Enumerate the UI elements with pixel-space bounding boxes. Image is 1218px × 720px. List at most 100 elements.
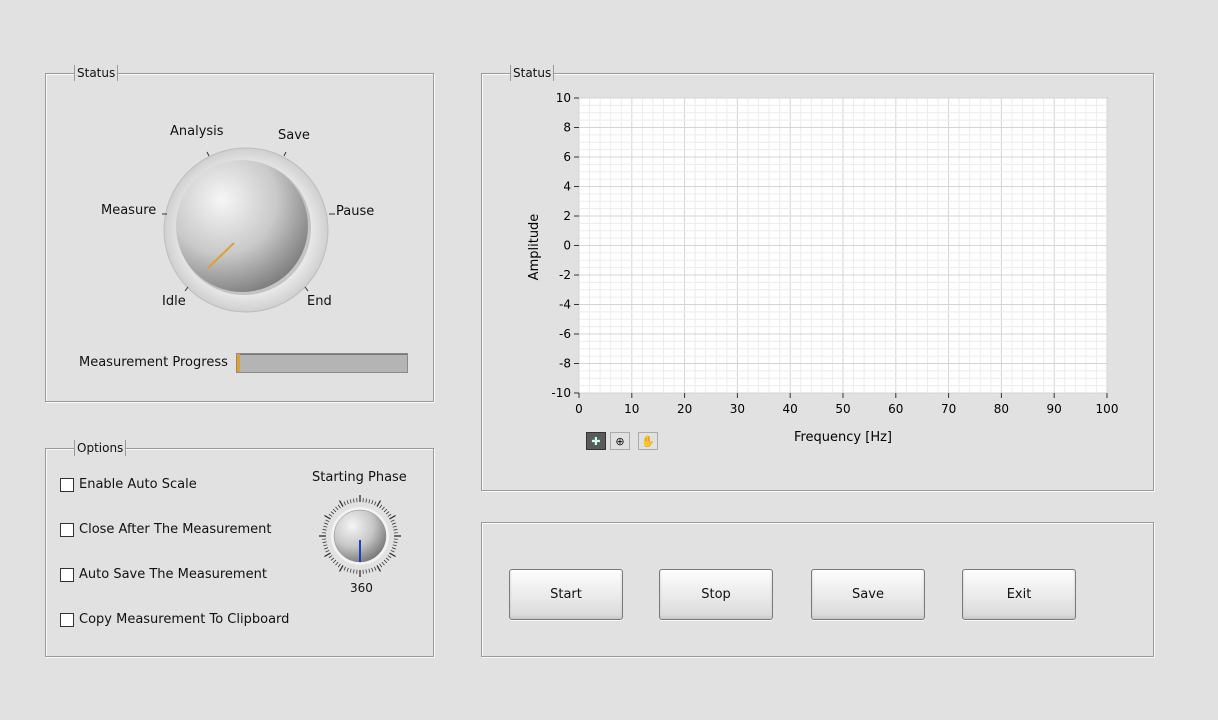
phase-tick — [324, 552, 331, 558]
phase-tick — [374, 566, 377, 571]
phase-tick — [324, 522, 329, 525]
phase-tick — [343, 501, 346, 506]
checkbox-row-auto-save[interactable]: Auto Save The Measurement — [60, 567, 267, 582]
x-tick-label: 50 — [835, 402, 850, 416]
pan-tool[interactable]: ✋ — [638, 432, 658, 450]
close-after-checkbox[interactable] — [60, 522, 74, 537]
copy-clipboard-checkbox[interactable] — [60, 612, 74, 627]
plot-grid — [578, 97, 1108, 394]
measurement-progress-bar — [236, 353, 408, 373]
pan-hand-icon: ✋ — [641, 434, 655, 448]
x-tick-label: 100 — [1096, 402, 1119, 416]
phase-tick — [392, 525, 397, 528]
knob-label-end: End — [307, 294, 332, 309]
phase-tick — [376, 565, 382, 572]
phase-tick — [349, 568, 352, 573]
phase-tick — [328, 513, 333, 517]
phase-tick — [391, 547, 396, 550]
phase-tick — [325, 550, 330, 553]
zoom-icon: ⊕ — [615, 434, 625, 448]
x-tick-label: 30 — [730, 402, 745, 416]
x-tick-labels: 0 10 20 30 40 50 60 70 80 90 100 — [575, 393, 1118, 416]
phase-tick — [381, 506, 385, 511]
starting-phase-dial[interactable] — [316, 494, 404, 578]
phase-tick — [328, 555, 333, 559]
phase-tick — [391, 522, 396, 525]
phase-tick — [332, 508, 337, 513]
phase-tick — [383, 559, 388, 564]
checkbox-label: Auto Save The Measurement — [79, 567, 267, 582]
phase-tick — [365, 569, 367, 574]
checkbox-row-copy-clipboard[interactable]: Copy Measurement To Clipboard — [60, 612, 289, 627]
checkbox-row-auto-scale[interactable]: Enable Auto Scale — [60, 477, 197, 492]
progress-label: Measurement Progress — [79, 355, 228, 370]
phase-tick — [325, 519, 330, 522]
phase-tick — [385, 557, 390, 561]
state-knob[interactable] — [150, 140, 340, 320]
y-tick-label: 6 — [563, 150, 571, 164]
phase-tick — [368, 568, 371, 573]
phase-tick — [393, 529, 398, 531]
x-tick-label: 80 — [994, 402, 1009, 416]
phase-tick — [387, 555, 392, 559]
amplitude-frequency-graph[interactable]: 1086420-2-4-6-8-10 0 10 20 30 40 50 60 70 80 90 10… — [481, 85, 1152, 455]
phase-tick — [335, 561, 339, 566]
x-tick-label: 70 — [941, 402, 956, 416]
phase-tick — [392, 544, 397, 547]
phase-tick — [343, 566, 346, 571]
phase-tick — [379, 504, 383, 509]
y-tick-label: 10 — [556, 91, 571, 105]
checkbox-row-close-after[interactable]: Close After The Measurement — [60, 522, 271, 537]
options-panel-title: Options — [74, 440, 127, 456]
phase-tick — [385, 511, 390, 515]
phase-tick — [338, 565, 344, 572]
knob-label-pause: Pause — [336, 204, 375, 219]
knob-label-idle: Idle — [162, 294, 186, 309]
phase-tick — [346, 567, 349, 572]
y-tick-label: 2 — [563, 209, 571, 223]
y-axis-label: Amplitude — [527, 214, 542, 281]
phase-tick — [349, 499, 352, 504]
phase-tick — [381, 561, 385, 566]
zoom-tool[interactable]: ⊕ — [610, 432, 630, 450]
phase-tick — [324, 514, 331, 520]
exit-button[interactable]: Exit — [962, 569, 1076, 620]
phase-tick — [324, 547, 329, 550]
checkbox-label: Copy Measurement To Clipboard — [79, 612, 290, 627]
y-tick-labels: 10 8 6 4 2 0 -2 -4 -6 -8 -10 — [551, 91, 579, 400]
stop-button[interactable]: Stop — [659, 569, 773, 620]
phase-tick — [371, 567, 374, 572]
knob-label-measure: Measure — [101, 203, 157, 218]
starting-phase-value: 360 — [350, 581, 373, 595]
progress-fill — [237, 354, 241, 372]
y-tick-label: 8 — [563, 121, 571, 135]
y-tick-label: -6 — [559, 327, 571, 341]
start-button[interactable]: Start — [509, 569, 623, 620]
phase-tick — [323, 544, 328, 547]
starting-phase-label: Starting Phase — [312, 470, 407, 485]
phase-tick — [371, 500, 374, 505]
phase-tick — [374, 501, 377, 506]
save-button[interactable]: Save — [811, 569, 925, 620]
phase-tick — [337, 563, 341, 568]
y-tick-label: 4 — [563, 180, 571, 194]
phase-tick — [323, 525, 328, 528]
checkbox-label: Enable Auto Scale — [79, 477, 197, 492]
knob-label-save: Save — [278, 128, 310, 143]
status-panel-title: Status — [74, 65, 119, 81]
phase-tick — [387, 513, 392, 517]
phase-tick — [379, 563, 383, 568]
x-tick-label: 60 — [888, 402, 903, 416]
phase-tick — [346, 500, 349, 505]
phase-tick — [335, 506, 339, 511]
auto-save-checkbox[interactable] — [60, 567, 74, 582]
y-tick-label: 0 — [563, 239, 571, 253]
auto-scale-checkbox[interactable] — [60, 477, 74, 492]
crosshair-tool[interactable]: ✚ — [586, 432, 606, 450]
phase-tick — [365, 498, 367, 503]
graph-panel-title: Status — [510, 65, 555, 81]
phase-tick — [389, 514, 396, 520]
phase-tick — [332, 559, 337, 564]
phase-tick — [353, 569, 355, 574]
x-tick-label: 40 — [783, 402, 798, 416]
